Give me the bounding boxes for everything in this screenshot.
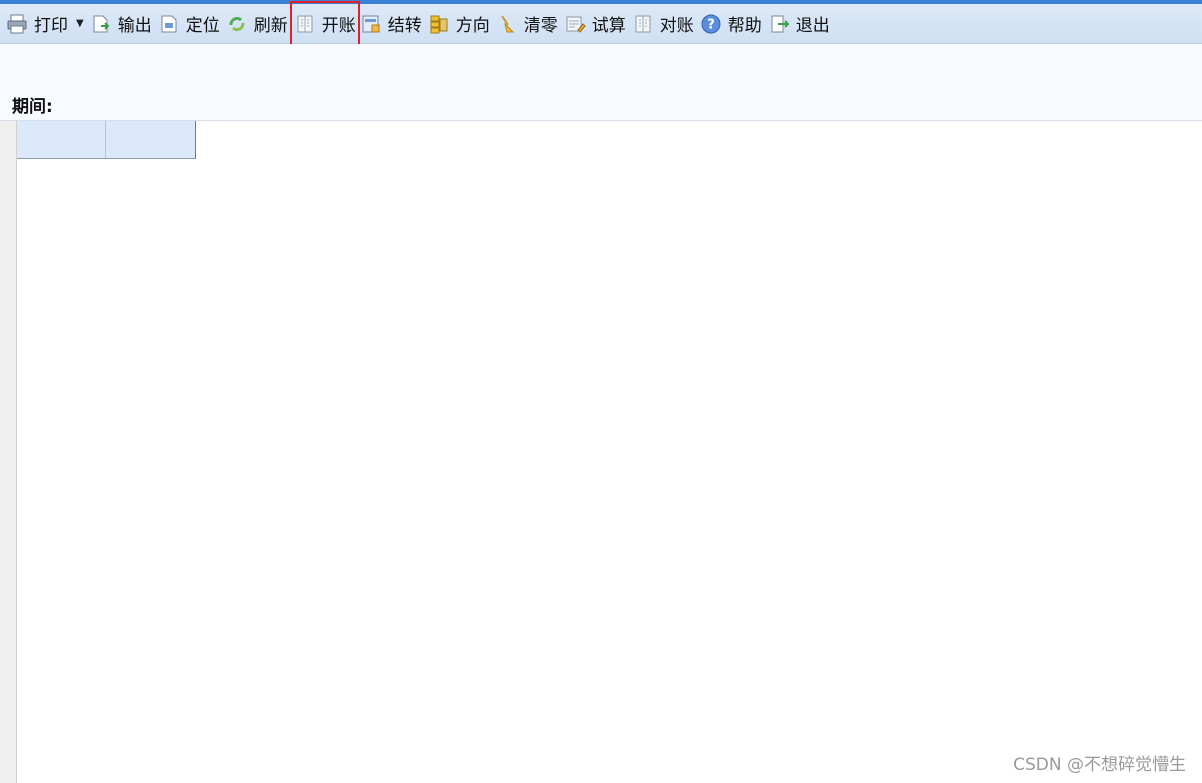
reconcile-icon [632, 13, 654, 35]
clear-label: 清零 [523, 16, 558, 36]
app-window: 打印 ▼ 输出 定位 刷新 开账 结转 方向 清零 试算 对账 ? 帮助 退出 … [0, 0, 1202, 783]
trial-balance-icon [564, 13, 586, 35]
carry-forward-label: 结转 [387, 16, 422, 36]
direction-label: 方向 [455, 16, 490, 36]
grid-column-header[interactable] [106, 121, 195, 158]
svg-text:?: ? [707, 17, 715, 32]
carry-forward-button[interactable]: 结转 [358, 9, 426, 39]
print-label: 打印 [34, 16, 68, 36]
direction-button[interactable]: 方向 [426, 9, 494, 39]
toolbar: 打印 ▼ 输出 定位 刷新 开账 结转 方向 清零 试算 对账 ? 帮助 退出 [0, 0, 1202, 47]
reconcile-button[interactable]: 对账 [630, 9, 698, 39]
open-account-label: 开账 [321, 16, 356, 36]
exit-button[interactable]: 退出 [766, 9, 834, 39]
exit-icon [768, 13, 790, 35]
help-button[interactable]: ? 帮助 [698, 9, 766, 39]
refresh-icon [226, 13, 248, 35]
locate-label: 定位 [185, 16, 220, 36]
filter-bar: 期间: [0, 44, 1202, 121]
reconcile-label: 对账 [659, 16, 694, 36]
print-button[interactable]: 打印 ▼ [4, 9, 88, 39]
carry-forward-icon [360, 13, 382, 35]
help-icon: ? [700, 13, 722, 35]
row-header-gutter [0, 121, 17, 783]
refresh-label: 刷新 [253, 16, 288, 36]
locate-icon [158, 13, 180, 35]
broom-icon [496, 13, 518, 35]
direction-icon [428, 13, 450, 35]
trial-balance-button[interactable]: 试算 [562, 9, 630, 39]
clear-button[interactable]: 清零 [494, 9, 562, 39]
grid-header [17, 121, 196, 159]
help-label: 帮助 [727, 16, 762, 36]
open-account-button[interactable]: 开账 [289, 0, 360, 47]
export-label: 输出 [117, 16, 152, 36]
open-account-icon [294, 13, 316, 35]
locate-button[interactable]: 定位 [156, 9, 224, 39]
period-label: 期间: [12, 97, 53, 117]
grid-column-header[interactable] [17, 121, 106, 158]
export-button[interactable]: 输出 [88, 9, 156, 39]
exit-label: 退出 [795, 16, 830, 36]
refresh-button[interactable]: 刷新 [224, 9, 292, 39]
export-icon [90, 13, 112, 35]
watermark: CSDN @不想碎觉懵生 [1013, 755, 1186, 775]
data-grid: CSDN @不想碎觉懵生 [0, 121, 1202, 783]
trial-balance-label: 试算 [591, 16, 626, 36]
chevron-down-icon[interactable]: ▼ [76, 18, 84, 29]
printer-icon [6, 13, 28, 35]
